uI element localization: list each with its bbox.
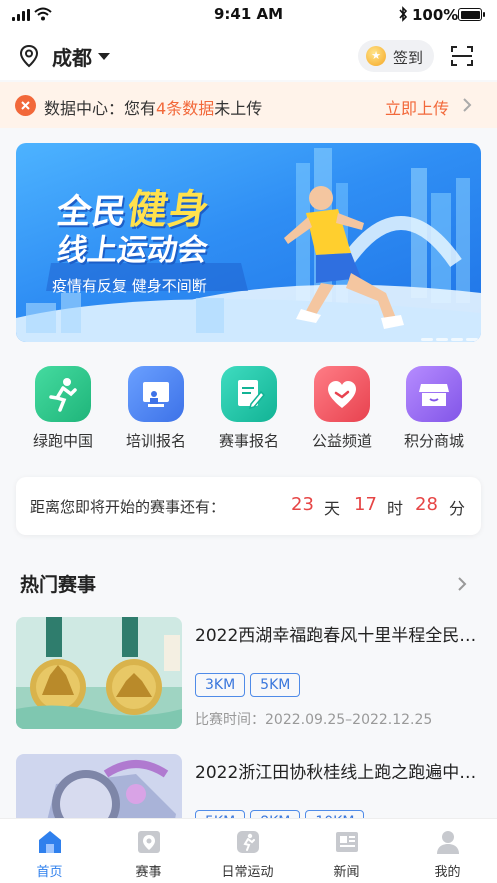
runner-icon	[198, 827, 297, 857]
distance-tag: 5KM	[250, 673, 301, 697]
signin-label: 签到	[393, 49, 424, 67]
city-selector[interactable]: 成都	[52, 42, 92, 71]
tab-profile[interactable]: 我的	[398, 819, 497, 880]
header: 成都 ★ 签到	[0, 30, 497, 80]
tab-label: 首页	[36, 865, 63, 880]
tab-label: 我的	[434, 865, 461, 880]
quick-link-training[interactable]: 培训报名	[111, 360, 201, 451]
quick-links: 绿跑中国 培训报名 赛事报名 公益频道 积分商城	[0, 360, 497, 460]
running-icon	[35, 366, 91, 422]
promo-banner[interactable]: 全民健身 线上运动会 疫情有反复 健身不间断	[16, 143, 481, 342]
store-icon	[406, 366, 462, 422]
data-upload-notice[interactable]: 数据中心：您有4条数据未上传 立即上传	[0, 82, 497, 128]
battery-icon	[458, 8, 485, 21]
event-date: 比赛时间：2022.09.25–2022.12.25	[195, 712, 433, 728]
battery-percent: 100%	[412, 6, 459, 24]
tab-events[interactable]: 赛事	[99, 819, 198, 880]
newspaper-icon	[297, 827, 396, 857]
status-bar: 9:41 AM 100%	[0, 0, 497, 30]
tab-home[interactable]: 首页	[0, 819, 99, 880]
quick-link-label: 公益频道	[311, 432, 372, 450]
chevron-right-icon	[463, 98, 472, 112]
bluetooth-icon	[399, 6, 408, 22]
section-title: 热门赛事	[20, 574, 97, 596]
countdown-hours: 17	[354, 494, 377, 515]
event-countdown: 距离您即将开始的赛事还有： 23 天 17 时 28 分	[16, 477, 481, 535]
signup-icon	[221, 366, 277, 422]
banner-title-line2: 线上运动会	[55, 233, 210, 268]
location-icon[interactable]	[18, 44, 40, 68]
map-pin-icon	[99, 827, 198, 857]
scan-icon[interactable]	[450, 44, 474, 68]
carousel-indicator	[418, 326, 478, 342]
countdown-minutes: 28	[415, 494, 438, 515]
event-title: 2022浙江田协秋桂线上跑之跑遍中…	[195, 763, 477, 783]
tab-label: 新闻	[333, 865, 360, 880]
quick-link-label: 积分商城	[403, 432, 464, 450]
quick-link-green-run[interactable]: 绿跑中国	[18, 360, 108, 451]
countdown-label: 距离您即将开始的赛事还有：	[30, 498, 226, 516]
home-icon	[0, 827, 99, 857]
countdown-hours-unit: 时	[387, 499, 404, 518]
chevron-right-icon[interactable]	[456, 575, 468, 593]
countdown-days-unit: 天	[324, 499, 341, 518]
tab-label: 日常运动	[221, 865, 274, 880]
event-thumbnail	[16, 617, 182, 729]
close-circle-icon	[15, 95, 36, 116]
chevron-down-icon[interactable]	[98, 53, 110, 60]
distance-tag: 3KM	[195, 673, 246, 697]
countdown-minutes-unit: 分	[449, 499, 466, 518]
tab-news[interactable]: 新闻	[297, 819, 396, 880]
quick-link-event-signup[interactable]: 赛事报名	[204, 360, 294, 451]
quick-link-label: 赛事报名	[218, 432, 279, 450]
distance-tags: 3KM 5KM	[195, 673, 305, 697]
bottom-tab-bar: 首页 赛事 日常运动 新闻 我的	[0, 818, 497, 883]
quick-link-label: 绿跑中国	[32, 432, 93, 450]
quick-link-points-store[interactable]: 积分商城	[389, 360, 479, 451]
event-card[interactable]: 2022西湖幸福跑春风十里半程全民… 3KM 5KM 比赛时间：2022.09.2…	[16, 617, 481, 729]
user-icon	[398, 827, 497, 857]
charity-icon	[314, 366, 370, 422]
tab-label: 赛事	[135, 865, 162, 880]
banner-slogan: 疫情有反复 健身不间断	[52, 277, 207, 295]
training-icon	[128, 366, 184, 422]
quick-link-label: 培训报名	[125, 432, 186, 450]
signin-button[interactable]: ★ 签到	[358, 40, 434, 72]
countdown-days: 23	[291, 494, 314, 515]
tab-daily-exercise[interactable]: 日常运动	[198, 819, 297, 880]
quick-link-charity[interactable]: 公益频道	[297, 360, 387, 451]
star-coin-icon: ★	[366, 46, 386, 66]
upload-now-link[interactable]: 立即上传	[385, 95, 449, 119]
pending-count: 4条数据	[156, 99, 215, 118]
event-title: 2022西湖幸福跑春风十里半程全民…	[195, 626, 477, 646]
notice-text: 数据中心：您有4条数据未上传	[44, 99, 263, 118]
